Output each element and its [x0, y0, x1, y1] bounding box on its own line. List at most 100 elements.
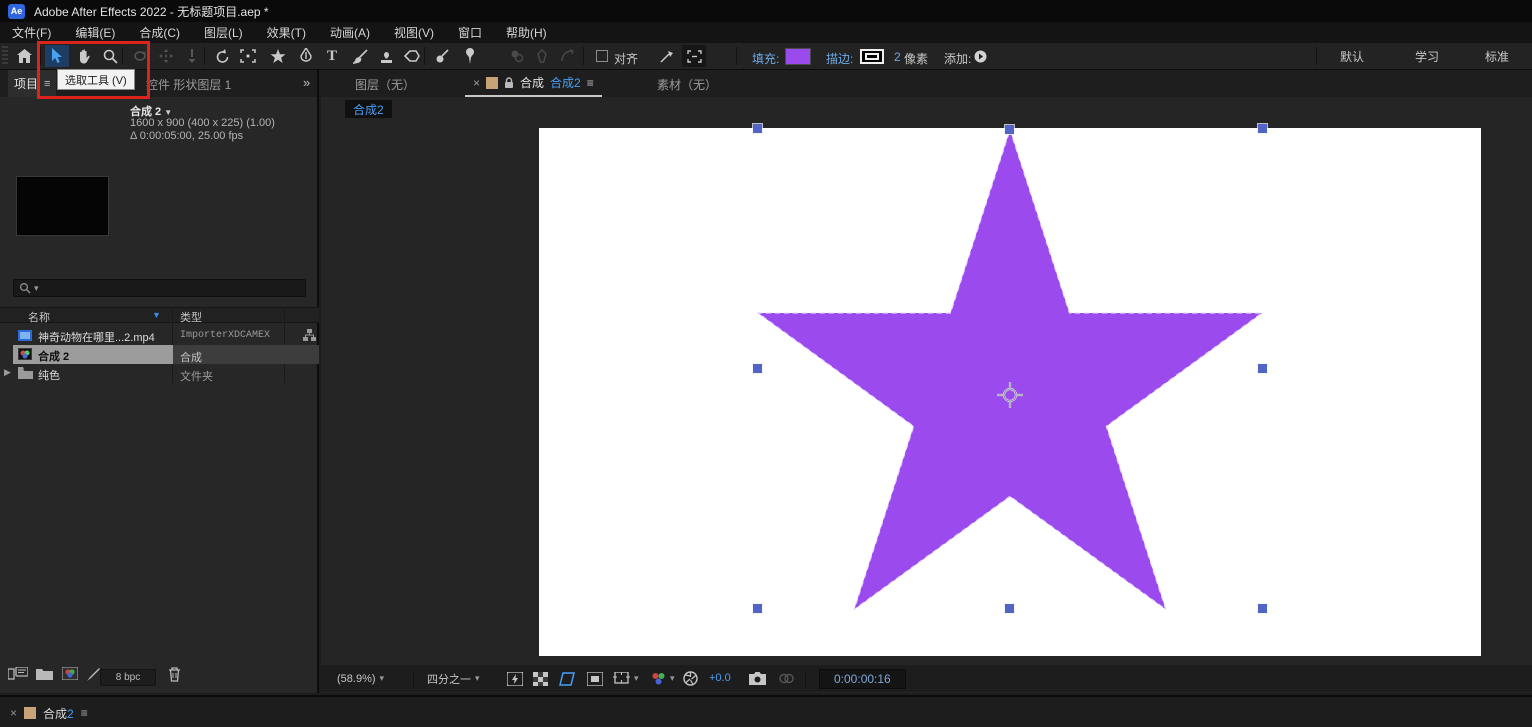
grid-guides-options-icon[interactable]: ▾ [613, 665, 639, 692]
show-snapshot-icon [779, 665, 794, 692]
timeline-tab-close-icon[interactable]: × [10, 706, 17, 720]
fill-color-swatch[interactable] [786, 49, 810, 64]
project-search-input[interactable]: ▾ [13, 279, 306, 297]
column-type[interactable]: 类型 [180, 309, 202, 325]
puppet-overlap-tool-icon [505, 45, 529, 67]
snapshot-camera-icon[interactable] [749, 665, 766, 692]
search-options-chevron-icon[interactable]: ▾ [34, 283, 39, 294]
clone-stamp-tool-icon[interactable] [374, 45, 398, 67]
comp-selector-button[interactable]: 合成2 [345, 100, 392, 118]
workspace-learn[interactable]: 学习 [1415, 43, 1439, 69]
region-of-interest-icon[interactable] [587, 665, 603, 692]
panel-menu-icon[interactable]: ≡ [44, 78, 50, 90]
eraser-tool-icon[interactable] [400, 45, 424, 67]
type-tool-icon[interactable]: T [320, 45, 344, 67]
menu-layer[interactable]: 图层(L) [192, 22, 255, 43]
stroke-label[interactable]: 描边: [826, 50, 853, 67]
add-menu-icon[interactable] [968, 45, 992, 67]
purple-star [758, 130, 1262, 609]
preview-time-indicator[interactable]: 0:00:00:16 [819, 665, 906, 692]
snap-options-icon[interactable] [682, 45, 706, 67]
handle-top-center[interactable] [1005, 125, 1014, 134]
tab-close-icon[interactable]: × [473, 76, 480, 90]
tab-effect-controls[interactable]: 控件 形状图层 1 [146, 76, 231, 93]
menu-view[interactable]: 视图(V) [382, 22, 446, 43]
star-shape-layer[interactable] [539, 128, 1481, 656]
column-name[interactable]: 名称 [28, 309, 50, 325]
transparency-grid-icon[interactable] [533, 665, 548, 692]
handle-middle-right[interactable] [1258, 364, 1267, 373]
handle-bottom-center[interactable] [1005, 604, 1014, 613]
composition-viewer-panel: 图层（无） × 合成 合成2 ≡ 素材（无） 合成2 [321, 70, 1532, 693]
roto-brush-tool-icon[interactable] [430, 45, 454, 67]
color-depth-icon[interactable] [86, 667, 100, 681]
stroke-width-value[interactable]: 2 [894, 50, 901, 64]
tab-composition-active[interactable]: × 合成 合成2 ≡ [465, 70, 602, 97]
menu-composition[interactable]: 合成(C) [127, 22, 192, 43]
menu-animation[interactable]: 动画(A) [318, 22, 382, 43]
stroke-color-swatch[interactable] [860, 49, 884, 64]
toolbar-grip[interactable] [2, 46, 8, 66]
new-composition-icon[interactable] [62, 667, 78, 680]
snap-tool-icon[interactable] [655, 45, 679, 67]
pan-behind-tool-icon[interactable] [236, 45, 260, 67]
project-panel-footer: 8 bpc [0, 663, 319, 693]
selection-tool-icon[interactable] [45, 45, 69, 67]
workspace-standard[interactable]: 标准 [1485, 43, 1509, 69]
hand-tool-icon[interactable] [72, 45, 96, 67]
composition-canvas[interactable] [539, 128, 1481, 656]
project-table-header: 名称 ▼ 类型 [0, 307, 319, 323]
footage-name: 神奇动物在哪里...2.mp4 [38, 329, 155, 345]
menu-window[interactable]: 窗口 [446, 22, 494, 43]
menu-edit[interactable]: 编辑(E) [63, 22, 127, 43]
workspace-default[interactable]: 默认 [1340, 43, 1364, 69]
zoom-tool-icon[interactable] [98, 45, 122, 67]
tab-overflow-chevron-icon[interactable]: » [303, 75, 310, 90]
timeline-panel-menu-icon[interactable]: ≡ [81, 706, 88, 720]
handle-top-left[interactable] [753, 124, 762, 133]
puppet-pin-tool-icon[interactable] [458, 45, 482, 67]
bpc-button[interactable]: 8 bpc [100, 669, 156, 686]
project-row-composition[interactable]: 合成 2 合成 [0, 345, 319, 364]
tab-project[interactable]: 项目 ≡ [8, 70, 56, 97]
align-label: 对齐 [614, 50, 638, 67]
fill-label[interactable]: 填充: [752, 50, 779, 67]
tab-layer[interactable]: 图层（无） [355, 76, 415, 93]
magnification-dropdown[interactable]: (58.9%)▾ [337, 665, 384, 692]
project-row-folder[interactable]: ▶ 纯色 文件夹 [0, 364, 319, 383]
home-tool-icon[interactable] [12, 45, 36, 67]
tab-comp-prefix: 合成 [520, 74, 544, 91]
rotation-tool-icon[interactable] [210, 45, 234, 67]
shape-tool-icon[interactable] [266, 45, 290, 67]
menu-help[interactable]: 帮助(H) [494, 22, 559, 43]
sort-descending-icon[interactable]: ▼ [152, 310, 161, 320]
fast-preview-icon[interactable] [507, 665, 523, 692]
menu-file[interactable]: 文件(F) [0, 22, 63, 43]
lock-icon[interactable] [504, 77, 514, 89]
menu-effect[interactable]: 效果(T) [255, 22, 318, 43]
timeline-tab-composition[interactable]: × 合成2 ≡ [10, 701, 88, 725]
selection-tool-tooltip: 选取工具 (V) [57, 69, 135, 90]
new-folder-icon[interactable] [36, 667, 53, 680]
tab-footage[interactable]: 素材（无） [657, 76, 717, 93]
project-panel-tabstrip: 项目 ≡ 控件 形状图层 1 » [0, 70, 317, 97]
show-channel-icon[interactable]: ▾ [651, 665, 675, 692]
folder-expand-chevron-icon[interactable]: ▶ [4, 367, 11, 378]
project-row-footage[interactable]: 神奇动物在哪里...2.mp4 ImporterXDCAMEX [0, 326, 319, 345]
pen-tool-icon[interactable] [294, 45, 318, 67]
handle-bottom-right[interactable] [1258, 604, 1267, 613]
handle-middle-left[interactable] [753, 364, 762, 373]
exposure-shutter-icon[interactable] [683, 665, 698, 692]
after-effects-window: Ae Adobe After Effects 2022 - 无标题项目.aep … [0, 0, 1532, 727]
resolution-dropdown[interactable]: 四分之一▾ [427, 665, 480, 692]
viewer-panel-menu-icon[interactable]: ≡ [587, 76, 594, 90]
item-preview-thumbnail [17, 177, 108, 235]
exposure-value[interactable]: +0.0 [709, 672, 731, 684]
handle-top-right[interactable] [1258, 124, 1267, 133]
mask-visibility-icon[interactable] [559, 665, 576, 692]
handle-bottom-left[interactable] [753, 604, 762, 613]
brush-tool-icon[interactable] [348, 45, 372, 67]
align-checkbox[interactable] [596, 50, 608, 62]
interpret-footage-icon[interactable] [8, 667, 28, 681]
delete-trash-icon[interactable] [168, 667, 181, 682]
